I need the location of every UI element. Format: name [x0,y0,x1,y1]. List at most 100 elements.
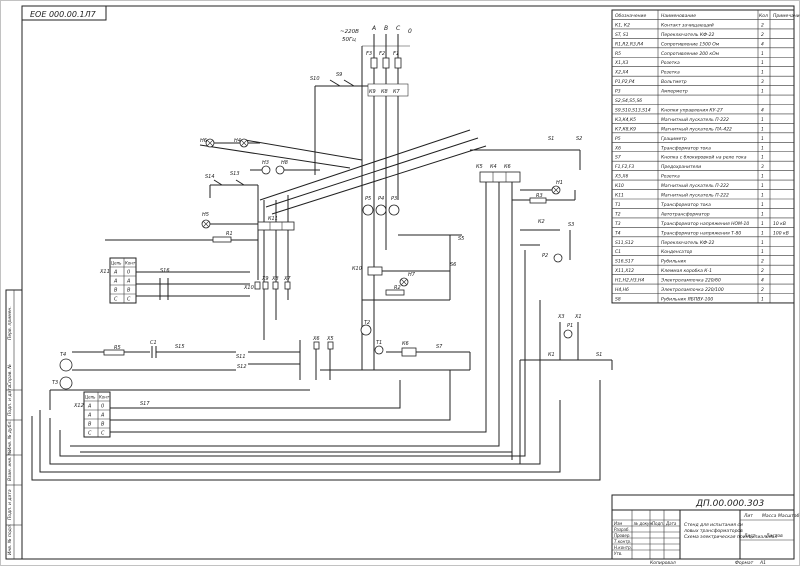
label-p5: P5 [365,196,371,202]
autotransformer-t2 [360,324,372,336]
current-transformer-t1 [374,345,384,355]
label-s13: S13 [230,171,240,177]
label-k6-top: К6 [504,164,511,170]
bom-cell: Т3 [615,221,621,227]
label-t3: Т3 [52,380,58,386]
label-x5: Х5 [326,336,334,342]
bom-cell: 4 [761,278,764,284]
tb-mass: Масса [762,513,777,519]
bom-cell: S11,S12 [615,240,634,246]
label-p2: P2 [542,253,548,259]
meter-p1 [563,329,573,339]
bom-cell: P3 [615,89,621,95]
bom-cell: R5 [615,51,621,57]
label-t1: Т1 [376,340,382,346]
phase-box-cell: В [88,422,92,428]
tb-sheets: Листов [765,533,783,539]
bom-cell: Магнитный пускатель П-222 [661,183,729,189]
bom-cell: Рубильник [661,259,686,265]
bom-cell: S16,S17 [615,259,634,265]
tb-lit: Лит [743,513,753,519]
format-label: Формат [735,560,754,566]
label-s17: S17 [140,401,150,407]
bom-cell: 4 [761,107,764,113]
label-h7: Н7 [408,272,416,278]
side-label-podp-data2: Подп. и дата [7,489,13,520]
bom-cell: P1,P2,P4 [615,79,635,85]
bom-cell: S8 [615,296,621,302]
lamp-h8 [275,165,285,175]
title-number: ДП.00.000.303 [695,499,764,509]
meter-p4 [375,204,387,216]
bom-cell: 1 [761,211,764,217]
label-k10: К10 [352,266,362,272]
bom-cell: Рубильник ЯБПВУ-100 [661,296,713,302]
phase-box-cell: С [101,431,105,437]
label-s1: S1 [596,352,602,358]
label-s9: S9 [336,72,342,78]
label-s1-top: S1 [548,136,554,142]
supply-voltage: ~220В [340,29,359,35]
bom-cell: Т1 [615,202,621,208]
label-s2: S2 [576,136,582,142]
bom-cell: Магнитный пускатель П-222 [661,193,729,199]
bom-cell: R1,R2,R3,R4 [615,41,643,47]
phase-box-cell: В [127,288,131,294]
bom-cell: 3 [761,79,764,85]
bom-cell: ST, S1 [615,32,629,38]
bom-cell: S9,S10,S13,S14 [615,107,651,113]
bom-cell: 1 [761,89,764,95]
bom-cell: 1 [761,221,764,227]
phase-box-header-contact: Конт [99,395,110,400]
bom-cell: Автотрансформатор [660,211,710,217]
phase-box-header-circuit: Цепь [85,395,96,400]
bom-cell: 1 [761,60,764,66]
meters-p5-p4-p3: P5 P4 P3 [362,196,400,216]
bom-cell: Сопротивление 1500 Ом [661,41,720,47]
phase-box-header-circuit: Цепь [111,261,122,266]
bom-cell: 3 [761,164,764,170]
bom-cell: 1 [761,240,764,246]
bom-cell: Контакт зачищающий [661,22,714,28]
bom-header-2: Кол [759,13,768,19]
bom-cell: Х6 [614,145,621,151]
side-label-inv-dubl: Инв. № дубл. [7,420,13,451]
tb-data: Дата [665,521,677,526]
bom-cell: S2,S4,S5,S6 [615,98,642,104]
label-s15: S15 [175,344,185,350]
side-label-inv-podl: Инв. № подл. [7,524,13,555]
bom-cell: Электролампочка 220/100 [660,287,724,293]
bom-header-0: Обозначение [615,13,646,19]
tb-scale: Масштаб [778,513,800,519]
bom-cell: Кнопки управления КУ-27 [661,107,723,113]
side-label-perv-primen: Перв. примен. [7,306,13,340]
fuse-f3 [370,57,378,69]
label-t2: Т2 [364,320,370,326]
bom-cell: Трансформатор тока [661,202,711,208]
phase-box-cell: В [101,422,105,428]
tb-role-prover: Провер. [614,533,631,538]
label-r3: R3 [536,193,543,199]
bom-header-1: Наименование [661,13,696,19]
bom-cell: К1, К2 [615,22,630,28]
tb-sheet: Лист [743,533,756,539]
bom-cell: 1 [761,183,764,189]
bom-cell: F1,F2,F3 [615,164,634,170]
bom-cell: Т4 [615,230,621,236]
bom-cell: 1 [761,174,764,180]
label-h5: Н5 [202,212,209,218]
tb-podp: Подп. [652,521,664,526]
label-k6: К6 [402,341,409,347]
bom-cell: 4 [761,41,764,47]
bom-cell: 1 [761,193,764,199]
bom-cell: Н4,Н6 [615,287,629,293]
label-r5: R5 [114,345,121,351]
label-c1: С1 [150,340,157,346]
bom-cell: С1 [615,249,621,255]
bom-cell: 1 [761,296,764,302]
label-s14: S14 [205,174,215,180]
bom-cell: К3,К4,К5 [615,117,636,123]
side-label-podp-data: Подп. и дата [7,385,13,416]
transformer-t4 [59,358,73,372]
label-k7: К7 [393,89,401,95]
